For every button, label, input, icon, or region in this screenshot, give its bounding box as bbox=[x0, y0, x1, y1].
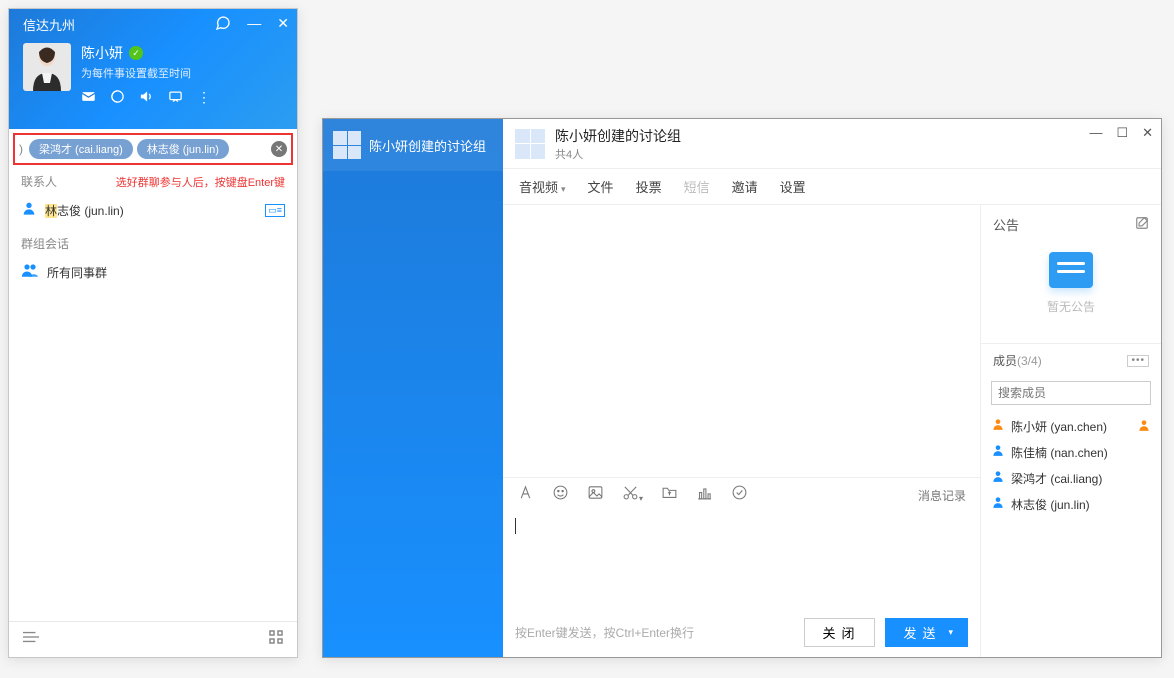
sound-icon[interactable] bbox=[139, 89, 154, 107]
menu-icon[interactable] bbox=[23, 630, 39, 649]
group-icon bbox=[21, 262, 39, 283]
chat-bubble-icon[interactable] bbox=[215, 15, 231, 34]
contact-window: 信达九州 — ✕ 陈小妍 ✓ 为每件事设置截至时间 bbox=[8, 8, 298, 658]
mail-icon[interactable] bbox=[81, 89, 96, 107]
person-icon bbox=[21, 200, 37, 221]
search-chip[interactable]: 林志俊 (jun.lin) bbox=[137, 139, 229, 159]
section-groups-label: 群组会话 bbox=[21, 235, 69, 252]
members-label: 成员(3/4) bbox=[993, 352, 1042, 369]
person-icon bbox=[991, 495, 1005, 513]
contact-footer bbox=[9, 621, 297, 657]
chat-title: 陈小妍创建的讨论组 bbox=[555, 126, 681, 146]
chat-session-tab[interactable]: 陈小妍创建的讨论组 bbox=[323, 119, 503, 171]
image-icon[interactable] bbox=[587, 484, 604, 506]
member-name: 梁鸿才 (cai.liang) bbox=[1011, 470, 1102, 487]
announcement-label: 公告 bbox=[993, 215, 1019, 234]
close-button[interactable]: 关闭 bbox=[804, 618, 875, 647]
send-button[interactable]: 发送▾ bbox=[885, 618, 968, 647]
apps-grid-icon[interactable] bbox=[269, 630, 283, 649]
person-icon bbox=[991, 469, 1005, 487]
enter-hint: 选好群聊参与人后，按键盘Enter键 bbox=[116, 174, 285, 190]
member-item[interactable]: 林志俊 (jun.lin) bbox=[987, 491, 1155, 517]
chat-session-title: 陈小妍创建的讨论组 bbox=[369, 136, 486, 155]
more-icon[interactable]: ⋮ bbox=[197, 89, 211, 107]
menu-invite[interactable]: 邀请 bbox=[732, 177, 758, 196]
announcement-empty-text: 暂无公告 bbox=[1047, 298, 1095, 315]
menu-settings[interactable]: 设置 bbox=[780, 177, 806, 196]
font-icon[interactable] bbox=[517, 484, 534, 506]
user-name-row: 陈小妍 ✓ bbox=[81, 43, 283, 63]
close-icon[interactable]: ✕ bbox=[1142, 125, 1153, 141]
chat-window: 陈小妍创建的讨论组 陈小妍创建的讨论组 共4人 — ☐ ✕ 音视频▾ 文件 投票… bbox=[322, 118, 1162, 658]
profile-block: 陈小妍 ✓ 为每件事设置截至时间 ⋮ bbox=[9, 39, 297, 113]
member-search[interactable] bbox=[991, 381, 1151, 405]
group-avatar-icon bbox=[515, 129, 545, 159]
member-item[interactable]: 陈小妍 (yan.chen) bbox=[987, 413, 1155, 439]
contact-item[interactable]: 林志俊 (jun.lin) ▭≡ bbox=[9, 194, 297, 227]
minimize-icon[interactable]: — bbox=[247, 15, 261, 34]
clear-chips-icon[interactable]: ✕ bbox=[271, 141, 287, 157]
chat-side-panel: 公告 暂无公告 成员(3/4) ••• bbox=[981, 205, 1161, 657]
contact-item-name: 林志俊 (jun.lin) bbox=[45, 202, 257, 219]
section-contacts-label: 联系人 bbox=[21, 173, 57, 190]
member-item[interactable]: 陈佳楠 (nan.chen) bbox=[987, 439, 1155, 465]
chat-thread: ▾ 消息记录 按Enter键发送，按Ctrl+Enter换行 关闭 发送▾ bbox=[503, 205, 981, 657]
maximize-icon[interactable]: ☐ bbox=[1116, 125, 1128, 141]
chat-subtitle: 共4人 bbox=[555, 146, 681, 162]
member-search-input[interactable] bbox=[991, 381, 1151, 405]
contact-header: 信达九州 — ✕ 陈小妍 ✓ 为每件事设置截至时间 bbox=[9, 9, 297, 129]
person-icon bbox=[991, 443, 1005, 461]
search-chip-box[interactable]: 梁鸿才 (cai.liang) 林志俊 (jun.lin) ✕ bbox=[13, 133, 293, 165]
chat-messages-area[interactable] bbox=[503, 205, 980, 477]
broadcast-icon[interactable] bbox=[110, 89, 125, 107]
chat-menubar: 音视频▾ 文件 投票 短信 邀请 设置 bbox=[503, 169, 1161, 205]
input-hint: 按Enter键发送，按Ctrl+Enter换行 bbox=[515, 624, 694, 641]
member-item[interactable]: 梁鸿才 (cai.liang) bbox=[987, 465, 1155, 491]
vcard-icon[interactable]: ▭≡ bbox=[265, 204, 285, 217]
chat-titlebar: 陈小妍创建的讨论组 共4人 — ☐ ✕ bbox=[503, 119, 1161, 169]
chat-input[interactable] bbox=[503, 512, 980, 612]
contact-body: 联系人 选好群聊参与人后，按键盘Enter键 林志俊 (jun.lin) ▭≡ … bbox=[9, 165, 297, 621]
chat-actions: 按Enter键发送，按Ctrl+Enter换行 关闭 发送▾ bbox=[503, 612, 980, 657]
menu-sms: 短信 bbox=[684, 177, 710, 196]
edit-icon[interactable] bbox=[1135, 216, 1149, 233]
group-item-name: 所有同事群 bbox=[47, 264, 285, 281]
announcement-empty-icon bbox=[1049, 252, 1093, 288]
owner-badge-icon bbox=[1137, 418, 1151, 435]
search-chip[interactable]: 梁鸿才 (cai.liang) bbox=[29, 139, 133, 159]
chart-icon[interactable] bbox=[696, 484, 713, 506]
member-list: 陈小妍 (yan.chen) 陈佳楠 (nan.chen) 梁鸿才 (cai.l… bbox=[981, 409, 1161, 521]
chat-input-toolbar: ▾ 消息记录 bbox=[503, 477, 980, 512]
user-status-text: 为每件事设置截至时间 bbox=[81, 65, 283, 81]
emoji-icon[interactable] bbox=[552, 484, 569, 506]
user-name: 陈小妍 bbox=[81, 43, 123, 63]
status-online-icon: ✓ bbox=[129, 46, 143, 60]
folder-icon[interactable] bbox=[661, 484, 678, 506]
chat-session-sidebar: 陈小妍创建的讨论组 bbox=[323, 119, 503, 657]
group-avatar-icon bbox=[333, 131, 361, 159]
close-icon[interactable]: ✕ bbox=[277, 15, 289, 34]
menu-vote[interactable]: 投票 bbox=[636, 177, 662, 196]
member-name: 林志俊 (jun.lin) bbox=[1011, 496, 1090, 513]
contact-titlebar: 信达九州 — ✕ bbox=[9, 9, 297, 39]
app-title: 信达九州 bbox=[17, 11, 81, 38]
minimize-icon[interactable]: — bbox=[1089, 125, 1102, 141]
menu-av[interactable]: 音视频▾ bbox=[519, 177, 566, 196]
avatar[interactable] bbox=[23, 43, 71, 91]
member-name: 陈佳楠 (nan.chen) bbox=[1011, 444, 1108, 461]
message-history-link[interactable]: 消息记录 bbox=[918, 487, 966, 504]
chat-main: 陈小妍创建的讨论组 共4人 — ☐ ✕ 音视频▾ 文件 投票 短信 邀请 设置 bbox=[503, 119, 1161, 657]
person-icon bbox=[991, 417, 1005, 435]
message-icon[interactable] bbox=[168, 89, 183, 107]
menu-file[interactable]: 文件 bbox=[588, 177, 614, 196]
members-more-icon[interactable]: ••• bbox=[1127, 355, 1149, 367]
cut-icon[interactable]: ▾ bbox=[622, 484, 643, 506]
member-name: 陈小妍 (yan.chen) bbox=[1011, 418, 1107, 435]
group-item[interactable]: 所有同事群 bbox=[9, 256, 297, 289]
task-icon[interactable] bbox=[731, 484, 748, 506]
